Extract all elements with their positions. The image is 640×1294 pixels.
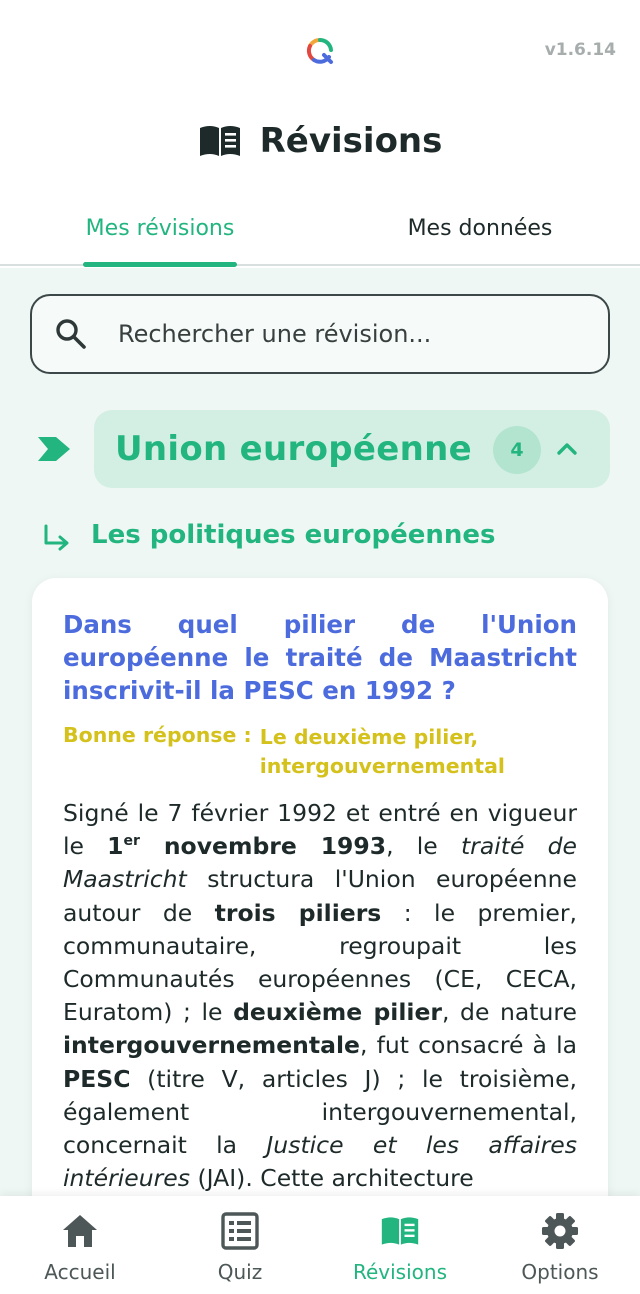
subdirectory-arrow-icon	[44, 524, 69, 551]
search-icon	[56, 319, 86, 349]
revision-card[interactable]: Dans quel pilier de l'Union européenne l…	[32, 578, 608, 1196]
explanation-segment: novembre 1993	[139, 832, 387, 861]
explanation-segment: , fut consacré à la	[360, 1031, 577, 1060]
bottom-navigation: Accueil Quiz Révisions Options	[0, 1196, 640, 1294]
explanation-segment: , le	[386, 832, 461, 861]
explanation-segment: trois piliers	[214, 898, 382, 927]
nav-label-quiz: Quiz	[217, 1260, 263, 1284]
answer-row: Bonne réponse : Le deuxième pilier, inte…	[63, 723, 577, 781]
chevron-up-icon[interactable]	[554, 436, 580, 462]
page-title: Révisions	[259, 121, 443, 161]
gear-icon	[542, 1213, 578, 1249]
card-question: Dans quel pilier de l'Union européenne l…	[63, 610, 577, 705]
page-header: Révisions	[0, 118, 640, 164]
category-count-badge: 4	[493, 426, 541, 474]
answer-value: Le deuxième pilier, intergouvernemental	[259, 725, 505, 778]
search-input[interactable]	[118, 320, 578, 348]
active-tab-indicator	[83, 262, 237, 267]
nav-quiz[interactable]: Quiz	[160, 1196, 320, 1294]
subcategory-title[interactable]: Les politiques européennes	[91, 520, 496, 550]
nav-revisions[interactable]: Révisions	[320, 1196, 480, 1294]
tab-mes-donnees[interactable]: Mes données	[360, 190, 600, 266]
chevron-right-arrow-icon	[38, 437, 70, 461]
answer-label: Bonne réponse :	[63, 723, 252, 747]
explanation-segment: deuxième pilier	[233, 998, 442, 1027]
card-explanation: Signé le 7 février 1992 et entré en vigu…	[63, 797, 577, 1195]
category-title: Union européenne	[115, 429, 472, 469]
list-icon	[221, 1212, 259, 1250]
nav-accueil[interactable]: Accueil	[0, 1196, 160, 1294]
explanation-segment: 1	[107, 832, 124, 861]
nav-label-accueil: Accueil	[44, 1260, 116, 1284]
top-bar: v1.6.14	[0, 0, 640, 100]
nav-options[interactable]: Options	[480, 1196, 640, 1294]
app-logo-icon	[306, 37, 333, 64]
main-content[interactable]: Union européenne 4 Les politiques europé…	[0, 268, 640, 1196]
book-icon	[381, 1217, 419, 1245]
tab-bar: Mes révisions Mes données	[0, 190, 640, 267]
search-bar[interactable]	[30, 294, 610, 374]
nav-label-options: Options	[521, 1260, 599, 1284]
home-icon	[63, 1215, 97, 1247]
explanation-segment: PESC	[63, 1064, 131, 1093]
tab-mes-revisions[interactable]: Mes révisions	[40, 190, 280, 266]
explanation-segment: (JAI). Cette architecture	[190, 1164, 474, 1193]
explanation-segment: er	[123, 833, 140, 850]
nav-label-revisions: Révisions	[352, 1260, 447, 1284]
app-version: v1.6.14	[544, 40, 616, 60]
book-icon	[199, 126, 240, 156]
explanation-segment: , de nature	[441, 998, 577, 1027]
category-union-europeenne[interactable]: Union européenne 4	[94, 410, 610, 488]
explanation-segment: intergouvernementale	[63, 1031, 360, 1060]
